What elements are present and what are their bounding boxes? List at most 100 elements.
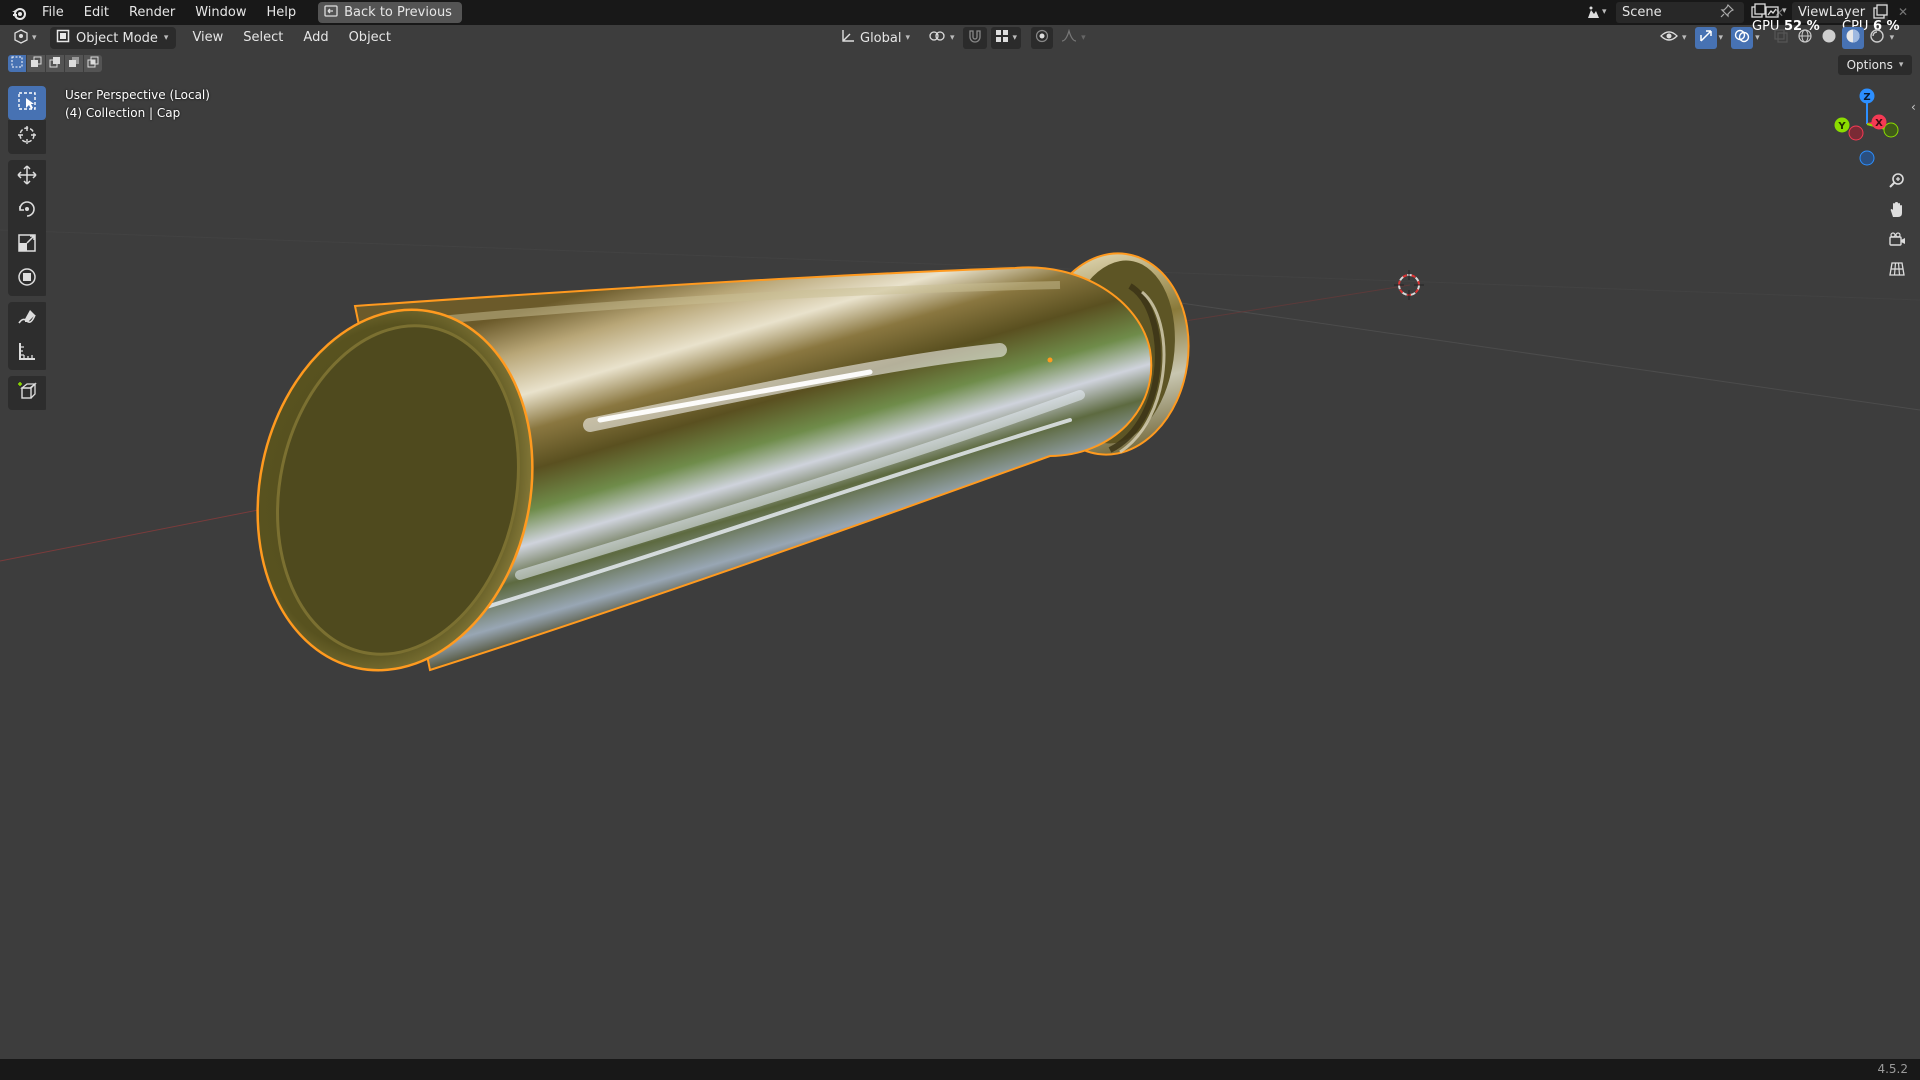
gizmo-chevron-icon[interactable]: ▾ <box>1719 33 1724 43</box>
tool-shelf <box>8 86 48 416</box>
hand-icon <box>1888 201 1906 223</box>
shading-material-preview-button[interactable] <box>1841 27 1864 49</box>
editor-type-selector[interactable]: ▾ <box>12 27 46 49</box>
overlays-chevron-icon[interactable]: ▾ <box>1755 33 1760 43</box>
view-layer-name: ViewLayer <box>1798 5 1866 20</box>
annotate-tool[interactable] <box>8 302 46 336</box>
add-cube-tool[interactable] <box>8 376 46 410</box>
material-sphere-icon <box>1845 28 1861 48</box>
rendered-sphere-icon <box>1869 28 1885 48</box>
xray-icon <box>1773 28 1789 48</box>
orientation-chevron-icon: ▾ <box>905 33 911 43</box>
pivot-chevron-icon: ▾ <box>950 33 955 43</box>
camera-icon <box>1888 231 1906 253</box>
annotate-icon <box>16 306 38 332</box>
move-icon <box>16 164 38 190</box>
snap-grid-icon <box>995 29 1009 47</box>
select-menu[interactable]: Select <box>233 27 293 49</box>
measure-tool[interactable] <box>8 336 46 370</box>
transform-tools: Global ▾ ▾ ▾ ▾ <box>836 27 1090 49</box>
object-menu[interactable]: Object <box>339 27 401 49</box>
transform-tool[interactable] <box>8 262 46 296</box>
falloff-chevron-icon: ▾ <box>1081 33 1086 43</box>
xray-toggle[interactable] <box>1770 27 1792 49</box>
move-tool[interactable] <box>8 160 46 194</box>
view-menu[interactable]: View <box>182 27 233 49</box>
y-axis-label: Y <box>1837 121 1846 132</box>
projection-toggle-button[interactable] <box>1884 258 1910 284</box>
menu-help[interactable]: Help <box>257 0 307 25</box>
add-cube-icon <box>16 380 38 406</box>
viewport-display-tools: ▾ ▾ ▾ ▾ <box>1658 27 1894 49</box>
shading-solid-button[interactable] <box>1818 27 1840 49</box>
gizmo-toggle[interactable] <box>1694 27 1717 49</box>
overlays-icon <box>1734 28 1750 48</box>
menu-file[interactable]: File <box>32 0 74 25</box>
rotate-icon <box>16 198 38 224</box>
global-orientation-icon <box>840 28 856 48</box>
select-box-tool[interactable] <box>8 86 46 120</box>
pin-icon[interactable] <box>1720 3 1735 22</box>
perspective-label: User Perspective (Local) <box>65 88 210 102</box>
measure-icon <box>16 340 38 366</box>
negative-z-axis <box>1859 150 1875 166</box>
sidebar-toggle-chevron-icon[interactable]: ‹ <box>1911 100 1916 114</box>
back-button-label: Back to Previous <box>344 5 452 20</box>
pan-button[interactable] <box>1884 199 1910 225</box>
menu-render[interactable]: Render <box>119 0 185 25</box>
visibility-chevron-icon[interactable]: ▾ <box>1682 33 1687 43</box>
shading-chevron-icon[interactable]: ▾ <box>1890 33 1895 43</box>
shading-rendered-button[interactable] <box>1866 27 1888 49</box>
grid-perspective-icon <box>1888 260 1906 282</box>
gizmo-arrows-icon <box>1698 28 1714 48</box>
object-mode-dropdown[interactable]: Object Mode ▾ <box>50 27 177 49</box>
shading-wireframe-button[interactable] <box>1794 27 1816 49</box>
object-mode-icon <box>56 29 70 47</box>
cursor-icon <box>16 124 38 150</box>
pivot-point-dropdown[interactable]: ▾ <box>924 27 959 49</box>
3d-viewport[interactable] <box>0 51 1920 1059</box>
solid-sphere-icon <box>1821 28 1837 48</box>
scene-icon[interactable] <box>1584 4 1602 22</box>
proportional-editing-icon <box>1035 29 1049 47</box>
selectability-visibility-dropdown[interactable] <box>1658 27 1680 49</box>
zoom-magnifier-icon <box>1888 172 1906 194</box>
negative-y-axis <box>1883 122 1899 138</box>
falloff-curve-icon <box>1061 28 1077 47</box>
cursor-tool[interactable] <box>8 120 46 154</box>
scene-dropdown-chevron-icon[interactable]: ▾ <box>1602 7 1607 17</box>
negative-x-axis <box>1848 125 1864 141</box>
snap-magnet-icon <box>967 28 983 48</box>
snap-target-dropdown[interactable]: ▾ <box>990 27 1022 49</box>
delete-view-layer-icon[interactable]: ✕ <box>1898 5 1908 19</box>
scale-icon <box>16 232 38 258</box>
transform-orientation-dropdown[interactable]: Global ▾ <box>836 27 914 49</box>
back-to-previous-button[interactable]: Back to Previous <box>318 2 462 23</box>
version-label: 4.5.2 <box>1877 1062 1908 1076</box>
transform-icon <box>16 266 38 292</box>
navigation-gizmo[interactable]: Z X Y <box>1812 82 1912 172</box>
rotate-tool[interactable] <box>8 194 46 228</box>
proportional-editing-toggle[interactable] <box>1031 27 1054 49</box>
menu-edit[interactable]: Edit <box>74 0 119 25</box>
view-layer-chevron-icon[interactable]: ▾ <box>1782 6 1787 16</box>
snap-chevron-icon: ▾ <box>1012 33 1018 43</box>
editor-type-chevron-icon: ▾ <box>32 33 37 43</box>
collection-label: (4) Collection | Cap <box>65 106 181 120</box>
cap-object[interactable] <box>225 243 1201 696</box>
scene-name-field[interactable]: Scene <box>1616 2 1744 23</box>
z-axis-label: Z <box>1863 92 1870 103</box>
menu-window[interactable]: Window <box>185 0 256 25</box>
add-menu[interactable]: Add <box>293 27 338 49</box>
snap-toggle[interactable] <box>962 27 987 49</box>
viewport-header: ▾ Object Mode ▾ View Select Add Object G… <box>0 25 1920 51</box>
blender-logo-icon[interactable] <box>6 0 32 25</box>
mode-chevron-icon: ▾ <box>163 33 169 43</box>
scene-name: Scene <box>1622 5 1662 20</box>
zoom-button[interactable] <box>1884 170 1910 196</box>
overlays-toggle[interactable] <box>1731 27 1754 49</box>
select-box-icon <box>16 90 38 116</box>
scale-tool[interactable] <box>8 228 46 262</box>
camera-view-button[interactable] <box>1884 229 1910 255</box>
proportional-falloff-dropdown[interactable]: ▾ <box>1057 27 1090 49</box>
